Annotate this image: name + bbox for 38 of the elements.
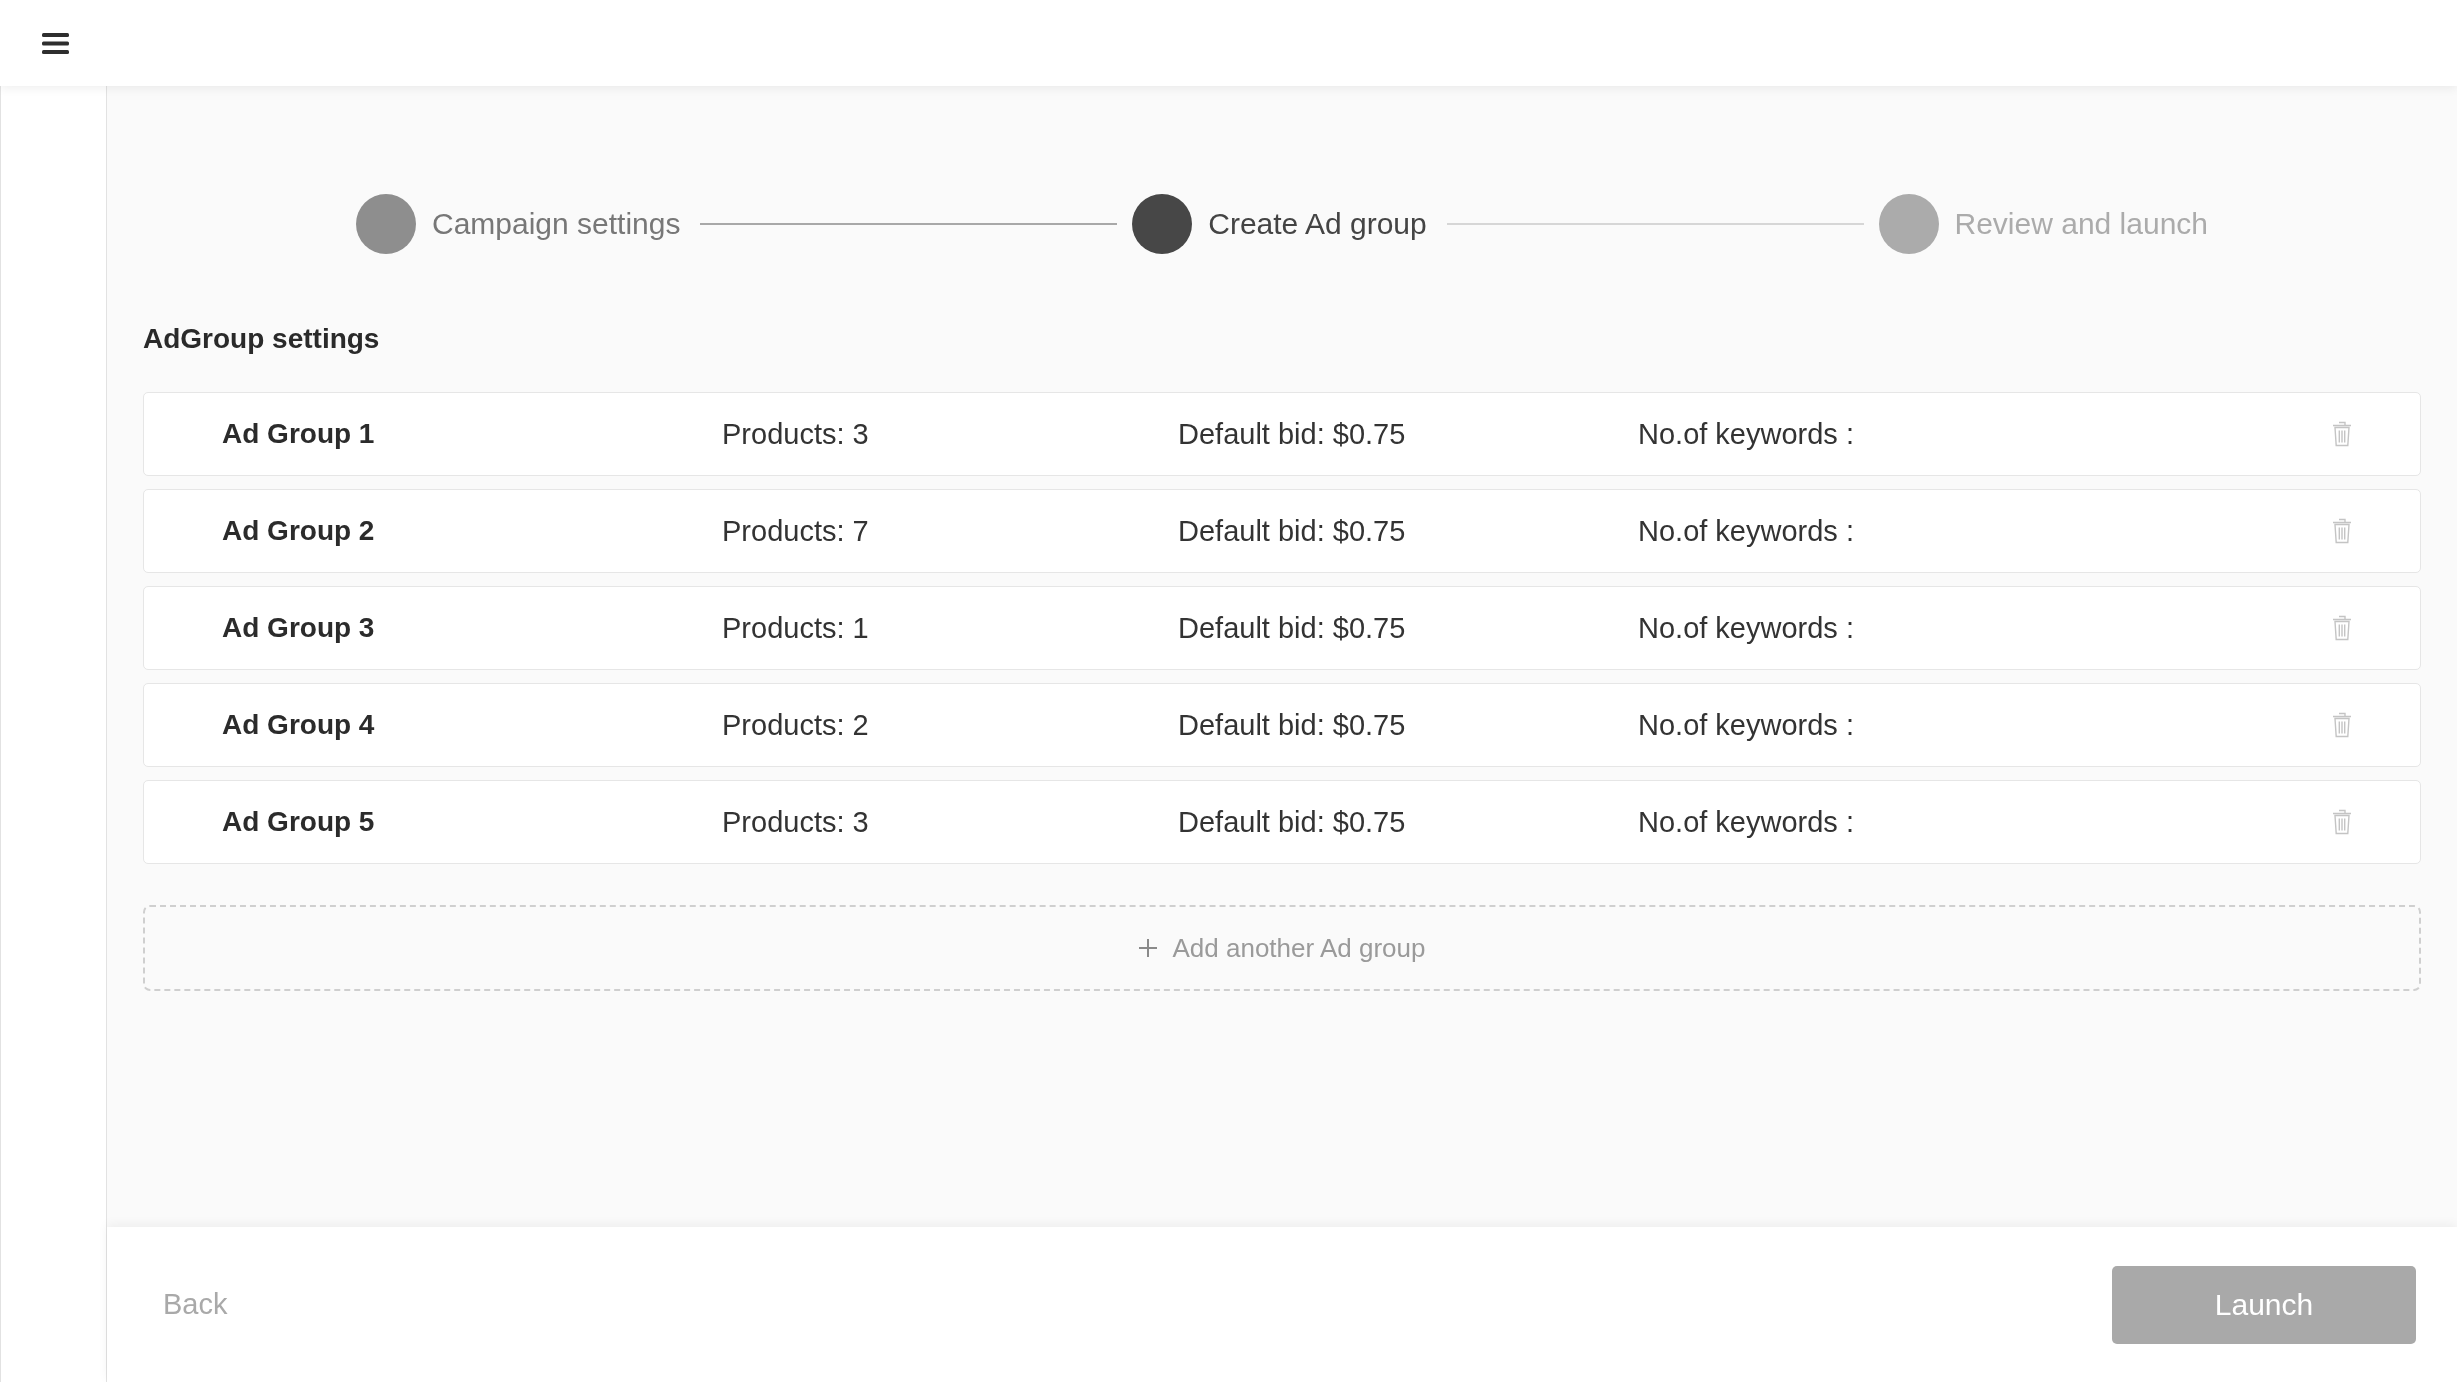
products-count: Products: 3 [722, 417, 869, 451]
trash-icon [2332, 615, 2352, 641]
products-count: Products: 1 [722, 611, 869, 645]
ad-group-name: Ad Group 1 [222, 418, 375, 450]
step-label: Create Ad group [1208, 207, 1427, 241]
products-count: Products: 7 [722, 514, 869, 548]
ad-group-name: Ad Group 4 [222, 709, 375, 741]
trash-icon [2332, 518, 2352, 544]
back-button[interactable]: Back [163, 1288, 228, 1321]
delete-button[interactable] [2330, 516, 2354, 546]
delete-button[interactable] [2330, 807, 2354, 837]
ad-group-name: Ad Group 3 [222, 612, 375, 644]
ad-group-name: Ad Group 5 [222, 806, 375, 838]
keywords-count: No.of keywords : [1638, 514, 1854, 548]
menu-icon [42, 32, 69, 54]
delete-button[interactable] [2330, 419, 2354, 449]
delete-button[interactable] [2330, 710, 2354, 740]
step-label: Review and launch [1954, 207, 2208, 241]
trash-icon [2332, 712, 2352, 738]
products-count: Products: 3 [722, 805, 869, 839]
default-bid: Default bid: $0.75 [1178, 805, 1406, 839]
plus-icon [1138, 939, 1157, 957]
keywords-count: No.of keywords : [1638, 805, 1854, 839]
ad-group-name: Ad Group 2 [222, 515, 375, 547]
keywords-count: No.of keywords : [1638, 611, 1854, 645]
default-bid: Default bid: $0.75 [1178, 611, 1406, 645]
step-label: Campaign settings [432, 207, 681, 241]
default-bid: Default bid: $0.75 [1178, 708, 1406, 742]
delete-button[interactable] [2330, 613, 2354, 643]
keywords-count: No.of keywords : [1638, 708, 1854, 742]
add-ad-group-button[interactable]: Add another Ad group [143, 905, 2421, 991]
trash-icon [2332, 809, 2352, 835]
default-bid: Default bid: $0.75 [1178, 417, 1406, 451]
trash-icon [2332, 421, 2352, 447]
products-count: Products: 2 [722, 708, 869, 742]
keywords-count: No.of keywords : [1638, 417, 1854, 451]
default-bid: Default bid: $0.75 [1178, 514, 1406, 548]
section-title: AdGroup settings [143, 322, 380, 356]
